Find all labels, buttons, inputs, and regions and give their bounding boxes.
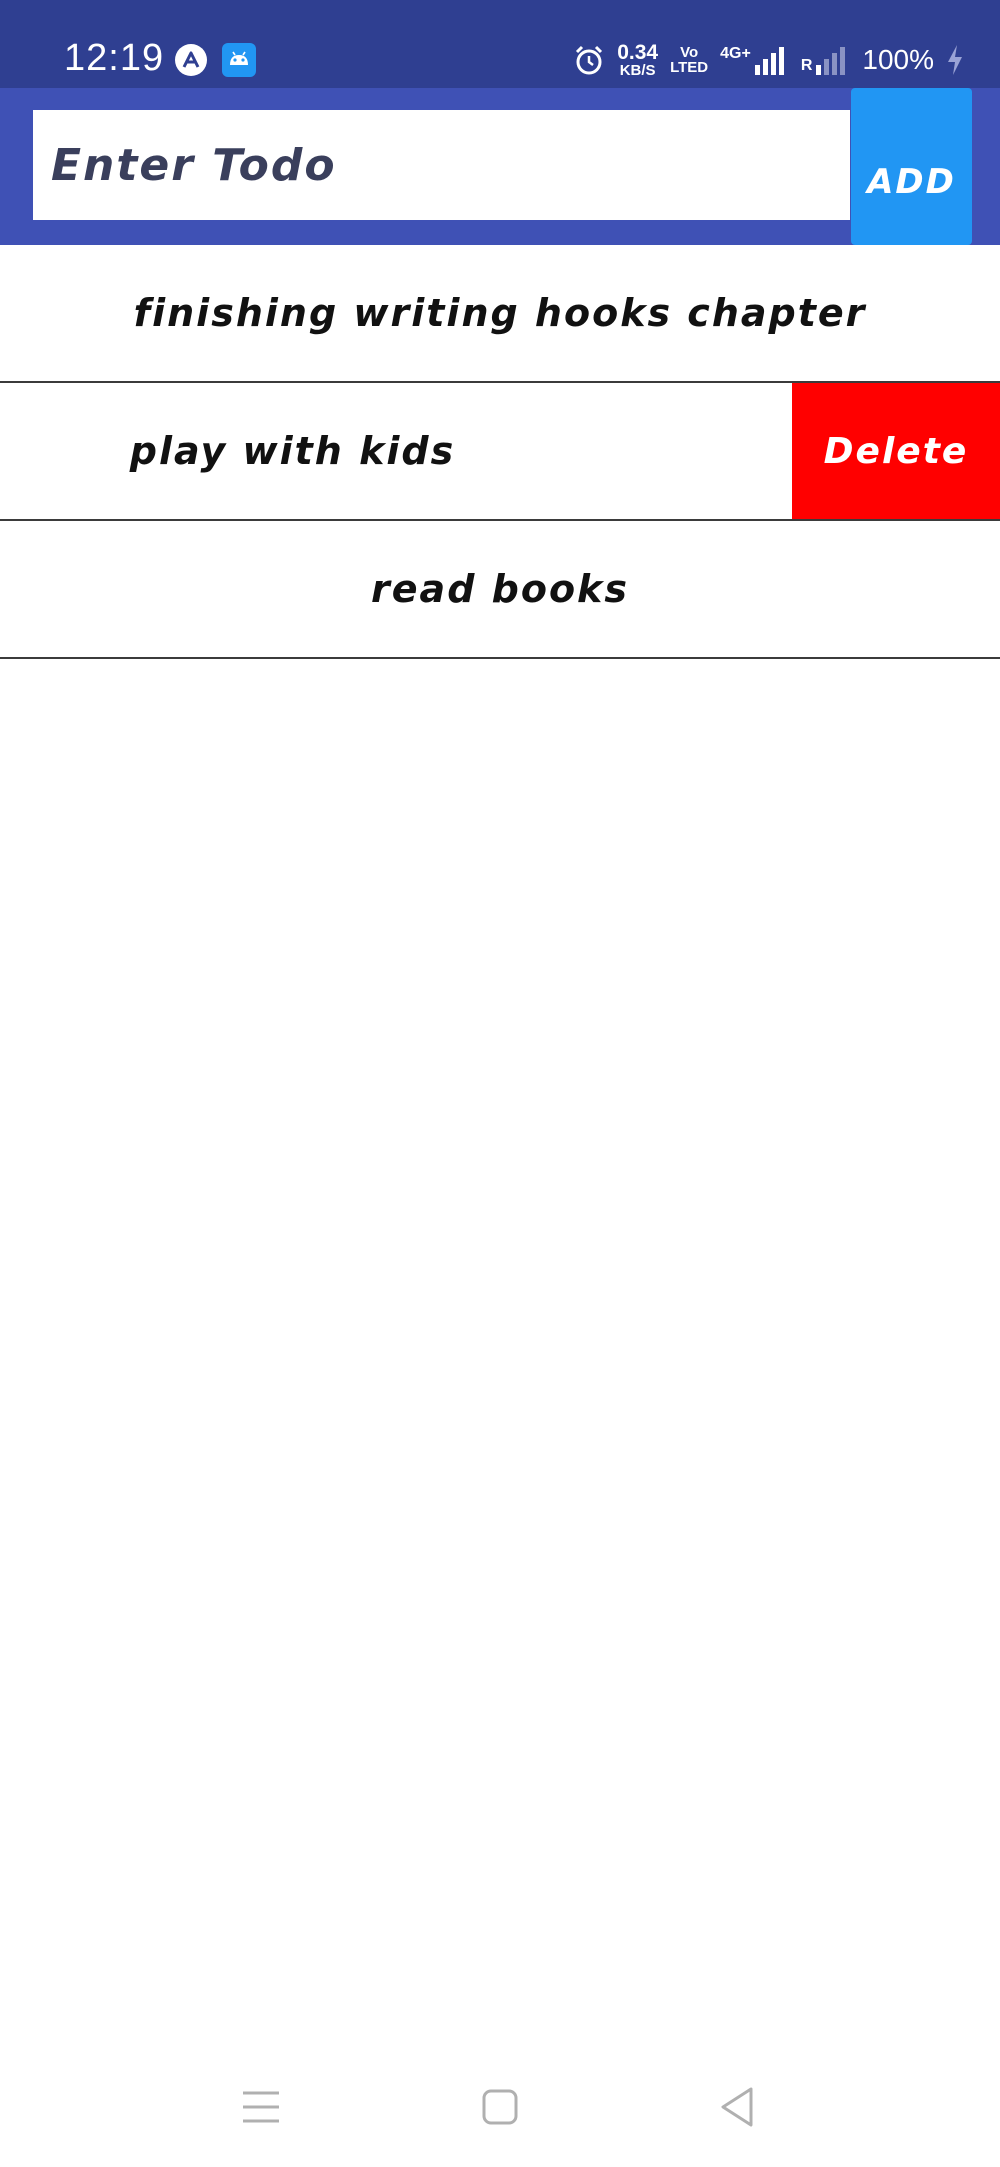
charging-icon bbox=[948, 45, 962, 75]
todo-item[interactable]: read books bbox=[0, 521, 1000, 659]
network-type: 4G+ bbox=[720, 45, 751, 62]
todo-text: finishing writing hooks chapter bbox=[133, 291, 867, 335]
signal-strength-icon bbox=[754, 47, 784, 75]
signal-1: 4G+ bbox=[720, 45, 789, 75]
delete-button[interactable]: Delete bbox=[792, 383, 1000, 519]
todo-text: read books bbox=[371, 567, 629, 611]
expo-app-icon bbox=[175, 44, 207, 76]
volte-indicator: Vo LTED bbox=[670, 45, 708, 75]
signal-weak-icon bbox=[816, 47, 846, 75]
battery-percent: 100% bbox=[862, 44, 934, 75]
net-speed-unit: KB/S bbox=[619, 62, 656, 79]
net-speed: 0.34 KB/S bbox=[617, 42, 658, 78]
status-bar: 12:19 0.34 KB/S Vo LTED 4G+ R 100% bbox=[0, 0, 1000, 88]
status-right-group: 0.34 KB/S Vo LTED 4G+ R 100% bbox=[573, 40, 964, 80]
back-icon[interactable] bbox=[707, 2077, 767, 2137]
roaming-label: R bbox=[800, 57, 813, 74]
todo-input[interactable] bbox=[33, 110, 850, 220]
net-speed-value: 0.34 bbox=[617, 41, 659, 64]
volte-top: Vo bbox=[680, 44, 699, 61]
todo-list: finishing writing hooks chapter play wit… bbox=[0, 245, 1000, 659]
navigation-bar bbox=[0, 2057, 1000, 2167]
home-icon[interactable] bbox=[470, 2077, 530, 2137]
volte-bottom: LTED bbox=[670, 59, 709, 76]
menu-icon[interactable] bbox=[231, 2077, 291, 2137]
status-time: 12:19 bbox=[64, 37, 165, 79]
signal-2: R bbox=[801, 45, 851, 75]
todo-item[interactable]: play with kids Delete bbox=[0, 383, 1000, 521]
todo-item[interactable]: finishing writing hooks chapter bbox=[0, 245, 1000, 383]
add-button[interactable]: ADD bbox=[851, 88, 972, 245]
todo-text: play with kids bbox=[129, 429, 456, 473]
android-icon bbox=[222, 43, 256, 77]
alarm-icon bbox=[576, 45, 603, 75]
app-bar: ADD bbox=[0, 88, 1000, 245]
